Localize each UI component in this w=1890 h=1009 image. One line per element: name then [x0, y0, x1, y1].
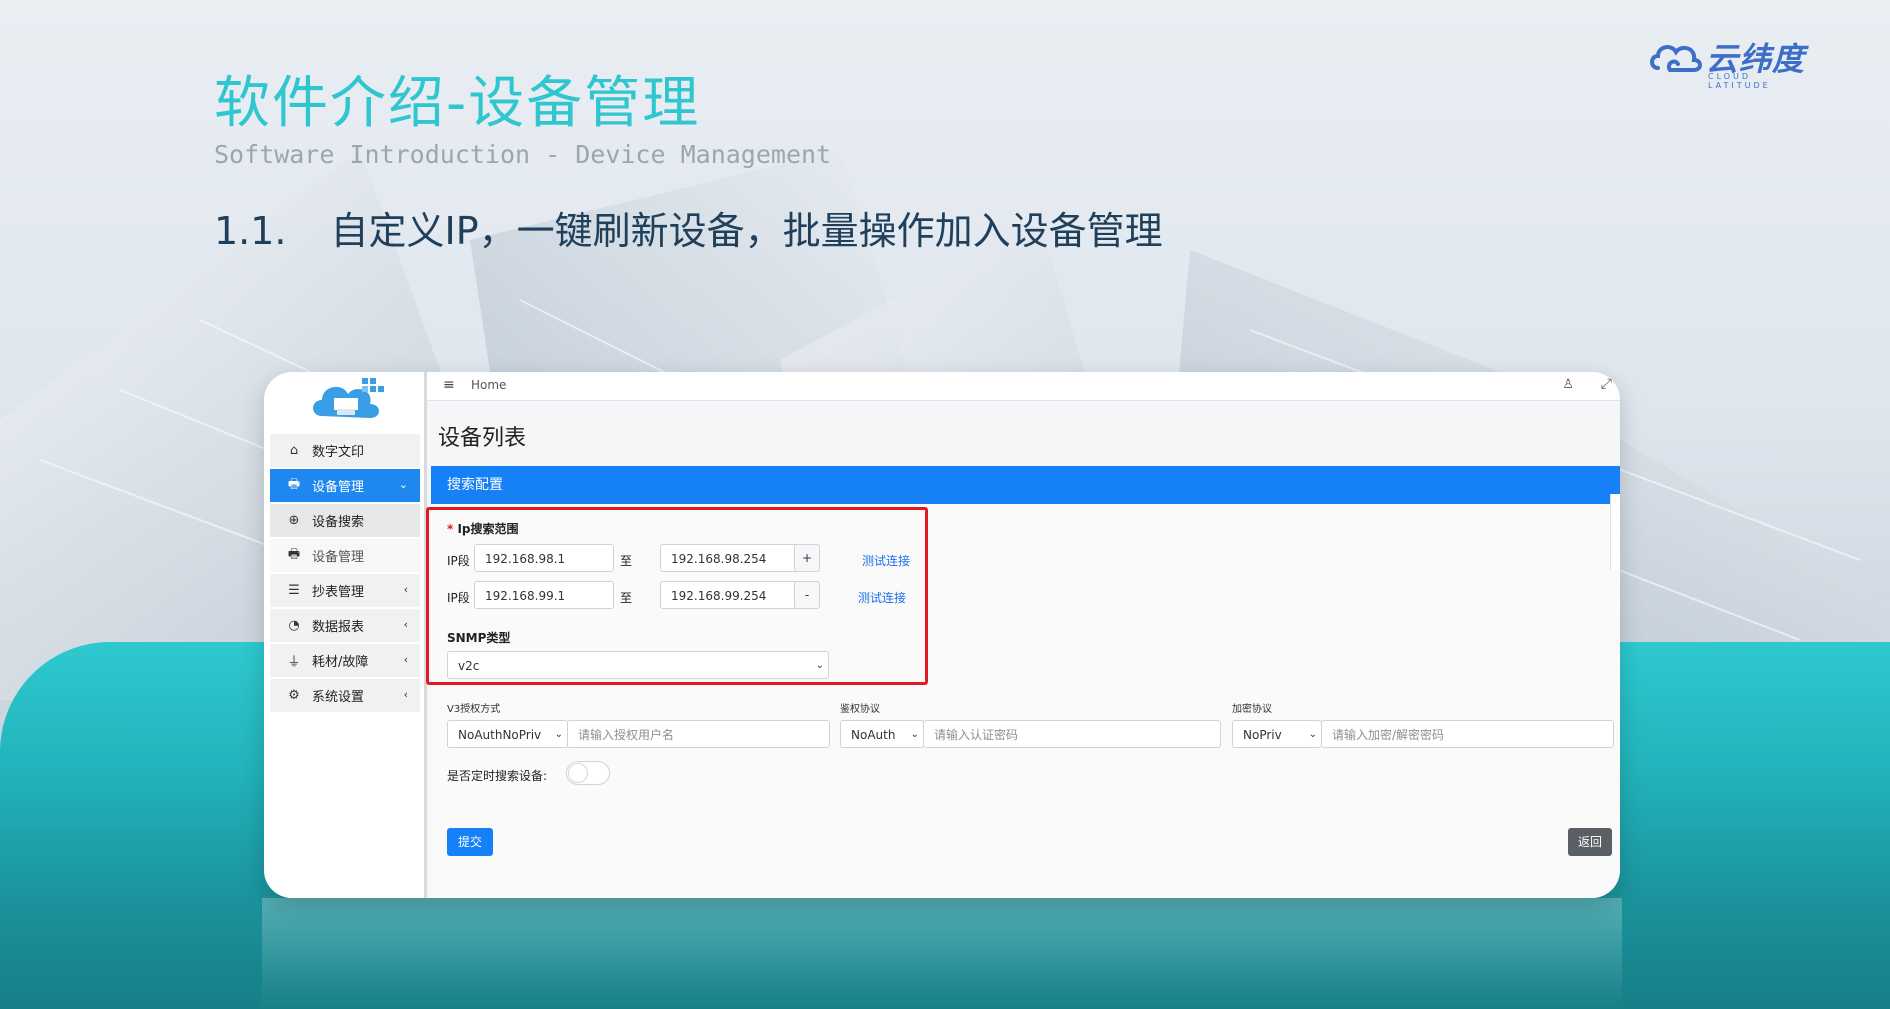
sidebar-item-device-management[interactable]: 🖶 设备管理 ⌄: [270, 469, 420, 502]
home-icon: ⌂: [289, 443, 299, 458]
sidebar-item-label: 数据报表: [312, 620, 365, 635]
highlight-box: [426, 507, 928, 685]
chevron-left-icon: ‹: [403, 618, 408, 631]
v3-auth-select[interactable]: NoAuthNoPriv ⌄: [447, 720, 568, 748]
sidebar-item-label: 抄表管理: [312, 585, 365, 600]
submit-button[interactable]: 提交: [447, 828, 493, 856]
sidebar-menu: ⌂ 数字文印 🖶 设备管理 ⌄ ⊕ 设备搜索 🖶 设备管理 ☰ 抄表管理 ‹ ◔…: [270, 434, 420, 714]
cloud-logo-icon: [1650, 45, 1702, 72]
sidebar-item-digital-print[interactable]: ⌂ 数字文印: [270, 434, 420, 467]
auth-password-input[interactable]: 请输入认证密码: [923, 720, 1221, 748]
user-icon[interactable]: ♙: [1562, 377, 1574, 392]
sidebar-item-label: 系统设置: [312, 690, 365, 705]
pie-chart-icon: ◔: [288, 618, 300, 633]
v3-username-input[interactable]: 请输入授权用户名: [567, 720, 830, 748]
app-window: ⌂ 数字文印 🖶 设备管理 ⌄ ⊕ 设备搜索 🖶 设备管理 ☰ 抄表管理 ‹ ◔…: [264, 372, 1620, 898]
timed-search-label: 是否定时搜索设备:: [447, 769, 548, 783]
encrypt-protocol-select[interactable]: NoPriv ⌄: [1232, 720, 1322, 748]
auth-protocol-value: NoAuth: [851, 728, 896, 742]
slide-title: 软件介绍-设备管理: [214, 71, 701, 136]
toggle-knob: [568, 763, 588, 783]
top-bar: ≡ Home ♙ ⤢: [427, 372, 1620, 401]
encrypt-protocol-label: 加密协议: [1232, 704, 1272, 715]
chevron-down-icon: ⌄: [554, 729, 563, 740]
chevron-left-icon: ‹: [403, 688, 408, 701]
sidebar-item-label: 设备搜索: [312, 515, 365, 530]
chevron-left-icon: ‹: [403, 653, 408, 666]
sidebar-item-label: 数字文印: [312, 445, 365, 460]
side-float-tab[interactable]: [1610, 494, 1620, 570]
auth-protocol-label: 鉴权协议: [840, 704, 880, 715]
sidebar-item-label: 耗材/故障: [312, 655, 369, 670]
sidebar-item-consumables[interactable]: ⏚ 耗材/故障 ‹: [270, 644, 420, 677]
window-reflection: [262, 898, 1622, 1009]
chevron-left-icon: ‹: [403, 583, 408, 596]
v3-auth-value: NoAuthNoPriv: [458, 728, 542, 742]
chevron-down-icon: ⌄: [398, 478, 408, 491]
slide-subtitle: Software Introduction - Device Managemen…: [214, 140, 832, 169]
chevron-down-icon: ⌄: [910, 729, 919, 740]
sidebar-item-label: 设备管理: [312, 480, 365, 495]
sidebar-item-data-reports[interactable]: ◔ 数据报表 ‹: [270, 609, 420, 642]
timed-search-toggle[interactable]: [566, 761, 610, 785]
sidebar-item-meter-reading[interactable]: ☰ 抄表管理 ‹: [270, 574, 420, 607]
app-logo-icon: [313, 378, 384, 418]
printer-icon: 🖶: [287, 476, 301, 492]
sidebar-item-device-list[interactable]: 🖶 设备管理: [270, 539, 420, 572]
cogs-icon: ⚙: [288, 688, 300, 703]
sidebar-item-device-search[interactable]: ⊕ 设备搜索: [270, 504, 420, 537]
printer-icon: 🖶: [287, 546, 301, 562]
point-number: 1.1.: [214, 209, 287, 253]
point-text: 自定义IP，一键刷新设备，批量操作加入设备管理: [330, 209, 1163, 253]
chevron-down-icon: ⌄: [1308, 729, 1317, 740]
sidebar-item-label: 设备管理: [312, 550, 365, 565]
back-button[interactable]: 返回: [1568, 828, 1612, 856]
search-plus-icon: ⊕: [288, 513, 300, 528]
brand-name-en: CLOUD LATITUDE: [1708, 72, 1771, 90]
page-title: 设备列表: [438, 426, 527, 451]
encrypt-protocol-value: NoPriv: [1243, 728, 1282, 742]
sidebar-item-system-settings[interactable]: ⚙ 系统设置 ‹: [270, 679, 420, 712]
encrypt-password-input[interactable]: 请输入加密/解密密码: [1321, 720, 1614, 748]
sidebar: ⌂ 数字文印 🖶 设备管理 ⌄ ⊕ 设备搜索 🖶 设备管理 ☰ 抄表管理 ‹ ◔…: [264, 372, 427, 898]
hamburger-menu-icon[interactable]: ≡: [443, 377, 455, 393]
fullscreen-icon[interactable]: ⤢: [1601, 376, 1612, 392]
breadcrumb-home[interactable]: Home: [471, 378, 506, 392]
list-icon: ☰: [288, 583, 300, 598]
plug-icon: ⏚: [287, 655, 301, 670]
slide-point: 1.1. 自定义IP，一键刷新设备，批量操作加入设备管理: [214, 200, 1163, 255]
v3-auth-label: V3授权方式: [447, 704, 501, 715]
brand-logo: 云纬度 CLOUD LATITUDE: [1648, 34, 1818, 90]
section-header: 搜索配置: [431, 466, 1620, 504]
auth-protocol-select[interactable]: NoAuth ⌄: [840, 720, 924, 748]
